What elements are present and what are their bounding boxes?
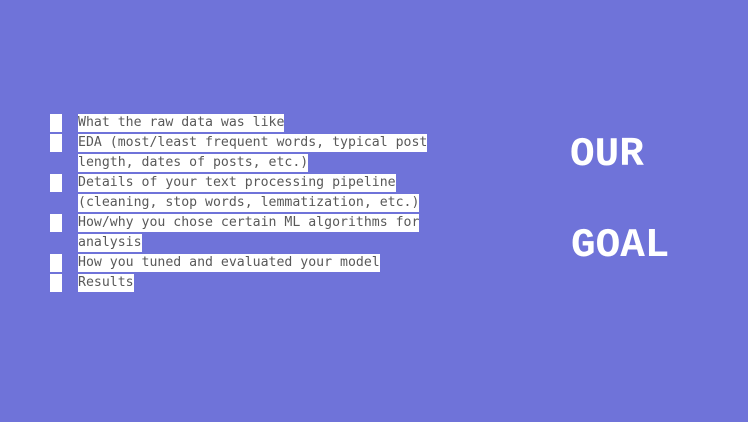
bullet-text: Results [78, 274, 134, 292]
bullet-item-results: Results [50, 273, 470, 293]
heading-goal: GOAL [571, 223, 670, 269]
bullet-text: EDA (most/least frequent words, typical … [78, 134, 428, 172]
bullet-text: Details of your text processing pipeline… [78, 174, 420, 212]
bullet-item-raw-data: What the raw data was like [50, 113, 470, 133]
bullet-item-algorithms: How/why you chose certain ML algorithms … [50, 213, 470, 253]
bullet-text: How you tuned and evaluated your model [78, 254, 380, 272]
bullet-item-tuning: How you tuned and evaluated your model [50, 253, 470, 273]
bullet-list: What the raw data was like EDA (most/lea… [50, 113, 470, 293]
heading-our: OUR [570, 132, 644, 178]
bullet-text: What the raw data was like [78, 114, 285, 132]
bullet-item-eda: EDA (most/least frequent words, typical … [50, 133, 470, 173]
bullet-text: How/why you chose certain ML algorithms … [78, 214, 420, 252]
bullet-item-pipeline: Details of your text processing pipeline… [50, 173, 470, 213]
slide: What the raw data was like EDA (most/lea… [0, 0, 748, 422]
